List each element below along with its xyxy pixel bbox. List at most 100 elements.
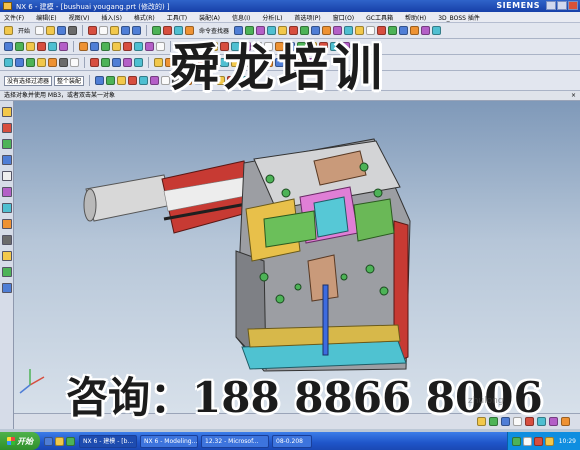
menu-file[interactable]: 文件(F)	[4, 13, 24, 22]
zoom-icon[interactable]	[26, 58, 35, 67]
security-icon[interactable]	[533, 436, 543, 446]
spline-icon[interactable]	[59, 42, 68, 51]
cue-close-icon[interactable]: ×	[571, 91, 576, 101]
pattern-icon[interactable]	[421, 26, 431, 35]
line-icon[interactable]	[26, 42, 35, 51]
iso-view-icon[interactable]	[123, 58, 132, 67]
pan-icon[interactable]	[15, 58, 24, 67]
redo-icon[interactable]	[132, 26, 142, 35]
slot-icon[interactable]	[134, 42, 143, 51]
sketch-tool-icon[interactable]	[4, 42, 13, 51]
menu-tools[interactable]: 工具(T)	[167, 13, 187, 22]
top-view-icon[interactable]	[101, 58, 110, 67]
palette-icon[interactable]	[1, 283, 12, 293]
roles-icon[interactable]	[1, 251, 12, 261]
intersect-icon[interactable]	[399, 26, 409, 35]
minimize-button[interactable]	[546, 1, 556, 10]
pocket-icon[interactable]	[145, 42, 154, 51]
wireframe-icon[interactable]	[59, 58, 68, 67]
task-doc[interactable]: 08-0.208	[272, 434, 312, 448]
snap-quadrant-icon[interactable]	[128, 76, 138, 85]
web-browser-icon[interactable]	[1, 203, 12, 213]
selection-filter-select[interactable]: 没有选择过滤器	[4, 75, 53, 86]
close-button[interactable]	[568, 1, 578, 10]
draft-icon[interactable]	[432, 26, 442, 35]
copy-icon[interactable]	[99, 26, 109, 35]
menu-gc-toolkit[interactable]: GC工具箱	[366, 13, 393, 22]
trimetric-icon[interactable]	[134, 58, 143, 67]
arc-icon[interactable]	[37, 42, 46, 51]
menu-3dboss[interactable]: 3D_BOSS 插件	[438, 13, 480, 22]
sphere-icon[interactable]	[112, 42, 121, 51]
constraint-navigator-icon[interactable]	[1, 123, 12, 133]
pad-icon[interactable]	[156, 42, 165, 51]
point-icon[interactable]	[15, 42, 24, 51]
open-folder-icon[interactable]	[46, 26, 56, 35]
menu-view[interactable]: 视图(V)	[69, 13, 90, 22]
front-view-icon[interactable]	[90, 58, 99, 67]
shaded-icon[interactable]	[48, 58, 57, 67]
groove-icon[interactable]	[123, 42, 132, 51]
menu-insert[interactable]: 插入(S)	[101, 13, 122, 22]
snap-intersection-icon[interactable]	[139, 76, 149, 85]
print-icon[interactable]	[68, 26, 78, 35]
task-microsoft[interactable]: 12.32 - Microsof...	[201, 434, 269, 448]
undo-icon[interactable]	[121, 26, 131, 35]
paste-icon[interactable]	[110, 26, 120, 35]
system-scene-icon[interactable]	[1, 267, 12, 277]
volume-icon[interactable]	[522, 436, 532, 446]
subtract-icon[interactable]	[388, 26, 398, 35]
desktop-icon[interactable]	[66, 436, 75, 446]
menu-preferences[interactable]: 首选项(P)	[294, 13, 320, 22]
snap-midpoint-icon[interactable]	[106, 76, 116, 85]
menu-help[interactable]: 帮助(H)	[405, 13, 426, 22]
maximize-button[interactable]	[557, 1, 567, 10]
process-studio-icon[interactable]	[1, 219, 12, 229]
menu-information[interactable]: 信息(I)	[232, 13, 250, 22]
save-icon[interactable]	[57, 26, 67, 35]
training-watermark-title: 舜龙培训	[170, 38, 386, 97]
system-materials-icon[interactable]	[1, 187, 12, 197]
part-navigator-icon[interactable]	[1, 139, 12, 149]
network-icon[interactable]	[511, 436, 521, 446]
snap-on-curve-icon[interactable]	[161, 76, 171, 85]
ie-icon[interactable]	[44, 436, 53, 446]
task-nx-modeling-en[interactable]: NX 6 - Modeling...	[140, 434, 198, 448]
snap-existing-point-icon[interactable]	[150, 76, 160, 85]
menu-assemblies[interactable]: 装配(A)	[199, 13, 220, 22]
show-hide-icon[interactable]	[154, 58, 163, 67]
cut-icon[interactable]	[88, 26, 98, 35]
assembly-navigator-icon[interactable]	[1, 107, 12, 117]
fit-view-icon[interactable]	[37, 58, 46, 67]
history-icon[interactable]	[1, 171, 12, 181]
start-icon[interactable]	[4, 26, 13, 35]
menu-analysis[interactable]: 分析(L)	[262, 13, 282, 22]
menu-window[interactable]: 窗口(O)	[333, 13, 354, 22]
menu-edit[interactable]: 编辑(E)	[36, 13, 56, 22]
task-nx-modeling-cn[interactable]: NX 6 - 建模 - [b...	[79, 434, 137, 448]
reuse-library-icon[interactable]	[1, 155, 12, 165]
layer-settings-icon[interactable]	[549, 417, 558, 426]
refresh-icon[interactable]	[561, 417, 570, 426]
start-button[interactable]: 开始	[0, 432, 40, 450]
new-file-icon[interactable]	[35, 26, 45, 35]
folder-icon[interactable]	[55, 436, 64, 446]
mirror-icon[interactable]	[410, 26, 420, 35]
manufacturing-wizard-icon[interactable]	[1, 235, 12, 245]
ime-icon[interactable]	[544, 436, 554, 446]
menu-format[interactable]: 格式(R)	[134, 13, 155, 22]
system-tray: 10:29	[506, 432, 580, 450]
cylinder-icon[interactable]	[90, 42, 99, 51]
cone-icon[interactable]	[101, 42, 110, 51]
snap-endpoint-icon[interactable]	[95, 76, 105, 85]
start-menu-button[interactable]: 开始	[18, 26, 30, 35]
block-icon[interactable]	[79, 42, 88, 51]
circle-icon[interactable]	[48, 42, 57, 51]
scope-select[interactable]: 整个装配	[54, 75, 85, 86]
rotate-icon[interactable]	[4, 58, 13, 67]
snap-center-icon[interactable]	[117, 76, 127, 85]
repeat-command-icon[interactable]	[152, 26, 162, 35]
right-view-icon[interactable]	[112, 58, 121, 67]
hidden-line-icon[interactable]	[70, 58, 79, 67]
toolbar-separator	[84, 57, 85, 68]
